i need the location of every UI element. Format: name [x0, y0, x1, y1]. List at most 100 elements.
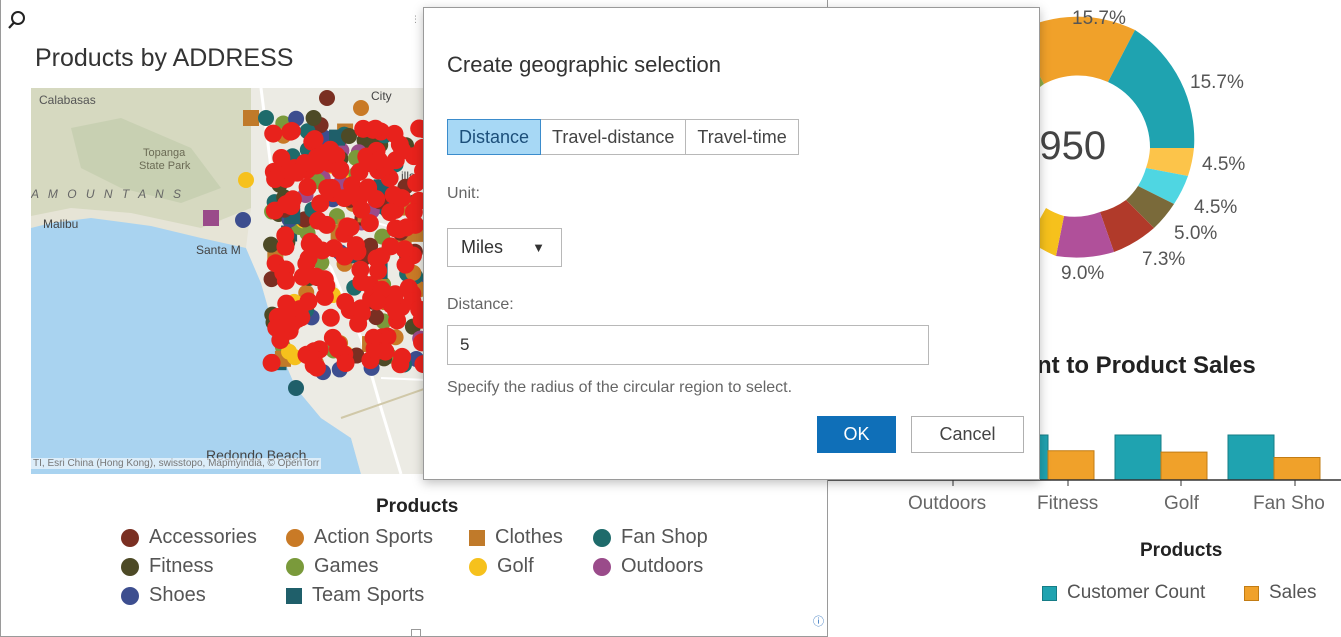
ok-button[interactable]: OK — [817, 416, 896, 453]
map-marker — [304, 356, 323, 375]
map-marker — [368, 292, 387, 311]
map-marker — [381, 237, 400, 256]
map-marker — [396, 255, 415, 274]
bar-sales — [1047, 450, 1095, 481]
legend-swatch — [286, 528, 304, 547]
map-marker — [367, 249, 386, 268]
legend-swatch — [1042, 585, 1057, 601]
map-marker — [276, 195, 295, 214]
map-marker — [352, 273, 371, 292]
legend-title: Products — [376, 496, 459, 517]
x-tick-label: Outdoors — [908, 493, 987, 514]
bar-customer-count — [1227, 434, 1275, 481]
legend-sales[interactable]: Sales — [1244, 582, 1317, 604]
map-marker — [390, 220, 409, 239]
map-label-santa-monica: Santa M — [196, 243, 241, 257]
legend-item-action-sports[interactable]: Action Sports — [286, 526, 433, 549]
map-marker — [404, 202, 423, 221]
map-label-mountains: A M O U N T A N S — [31, 187, 184, 201]
info-icon[interactable]: ⓘ — [813, 613, 824, 629]
map-marker — [349, 314, 368, 333]
map-attribution: TI, Esri China (Hong Kong), swisstopo, M… — [31, 458, 322, 469]
tab-distance[interactable]: Distance — [447, 119, 542, 155]
legend-item-fan-shop[interactable]: Fan Shop — [593, 526, 708, 549]
map-marker — [338, 217, 357, 236]
map-marker — [264, 124, 283, 143]
unit-select-value: Miles — [461, 237, 504, 257]
search-icon[interactable] — [7, 10, 27, 30]
map-marker — [352, 200, 371, 219]
distance-input[interactable]: 5 — [447, 325, 929, 365]
map-marker — [276, 271, 295, 290]
bar-sales — [1273, 457, 1321, 481]
caret-down-icon: ▼ — [532, 240, 545, 255]
legend-customer-count[interactable]: Customer Count — [1042, 582, 1205, 604]
legend-item-fitness[interactable]: Fitness — [121, 555, 213, 578]
tab-travel-time[interactable]: Travel-time — [685, 119, 799, 155]
legend-item-clothes[interactable]: Clothes — [469, 526, 563, 549]
map-marker — [393, 347, 412, 366]
bar-sales — [1160, 451, 1208, 481]
map-label-malibu: Malibu — [43, 217, 78, 231]
x-tick-label: Golf — [1164, 493, 1199, 514]
legend-swatch — [286, 557, 304, 576]
legend-swatch — [286, 587, 302, 604]
resize-handle[interactable] — [411, 629, 421, 637]
legend-swatch — [593, 528, 611, 547]
map-marker — [381, 203, 400, 222]
legend-item-golf[interactable]: Golf — [469, 555, 534, 578]
map-marker — [299, 249, 318, 268]
legend-item-shoes[interactable]: Shoes — [121, 584, 206, 607]
map-label-topanga: Topanga — [143, 147, 186, 159]
map-marker — [305, 130, 324, 149]
map-marker — [319, 90, 335, 106]
selection-mode-tabs: Distance Travel-distance Travel-time — [447, 119, 799, 155]
geographic-selection-dialog: Create geographic selection Distance Tra… — [423, 7, 1040, 480]
legend-item-team-sports[interactable]: Team Sports — [286, 584, 424, 607]
donut-label: 5.0% — [1174, 223, 1218, 244]
tab-travel-distance[interactable]: Travel-distance — [540, 119, 687, 155]
map-marker — [385, 124, 404, 143]
map-marker — [258, 110, 274, 126]
map-marker — [353, 100, 369, 116]
map-marker — [271, 331, 290, 350]
cancel-button[interactable]: Cancel — [911, 416, 1024, 453]
unit-select[interactable]: Miles ▼ — [447, 228, 562, 267]
legend-swatch — [593, 557, 611, 576]
legend-item-accessories[interactable]: Accessories — [121, 526, 257, 549]
x-tick-label: Fitness — [1037, 493, 1099, 514]
map-marker — [203, 210, 219, 226]
bar-customer-count — [1114, 434, 1162, 481]
map-marker — [392, 189, 411, 208]
map-marker — [238, 172, 254, 188]
legend-item-outdoors[interactable]: Outdoors — [593, 555, 703, 578]
map-marker — [298, 178, 317, 197]
map-marker — [235, 212, 251, 228]
map-marker — [262, 353, 281, 372]
map-marker — [354, 119, 373, 138]
map-view[interactable]: Calabasas Topanga State Park A M O U N T… — [31, 88, 427, 474]
distance-hint: Specify the radius of the circular regio… — [447, 379, 793, 396]
x-tick-label: Fan Sho — [1253, 493, 1325, 514]
legend-swatch — [121, 586, 139, 605]
legend-item-games[interactable]: Games — [286, 555, 378, 578]
map-marker — [288, 163, 307, 182]
donut-label: 15.7% — [1072, 8, 1126, 29]
map-marker — [307, 156, 326, 175]
map-marker — [276, 237, 295, 256]
map-marker — [330, 161, 349, 180]
donut-label: 7.3% — [1142, 249, 1186, 270]
map-marker — [404, 147, 423, 166]
map-marker — [336, 293, 355, 312]
dialog-title: Create geographic selection — [447, 52, 721, 77]
map-marker — [376, 342, 395, 361]
map-marker — [305, 110, 322, 127]
legend-swatch — [469, 529, 485, 546]
map-marker — [346, 236, 365, 255]
legend-swatch — [121, 528, 139, 547]
map-marker — [243, 110, 259, 126]
map-marker — [336, 354, 355, 373]
map-marker — [359, 180, 378, 199]
bar-chart-title: nt to Product Sales — [1037, 352, 1256, 379]
map-marker — [263, 236, 280, 253]
